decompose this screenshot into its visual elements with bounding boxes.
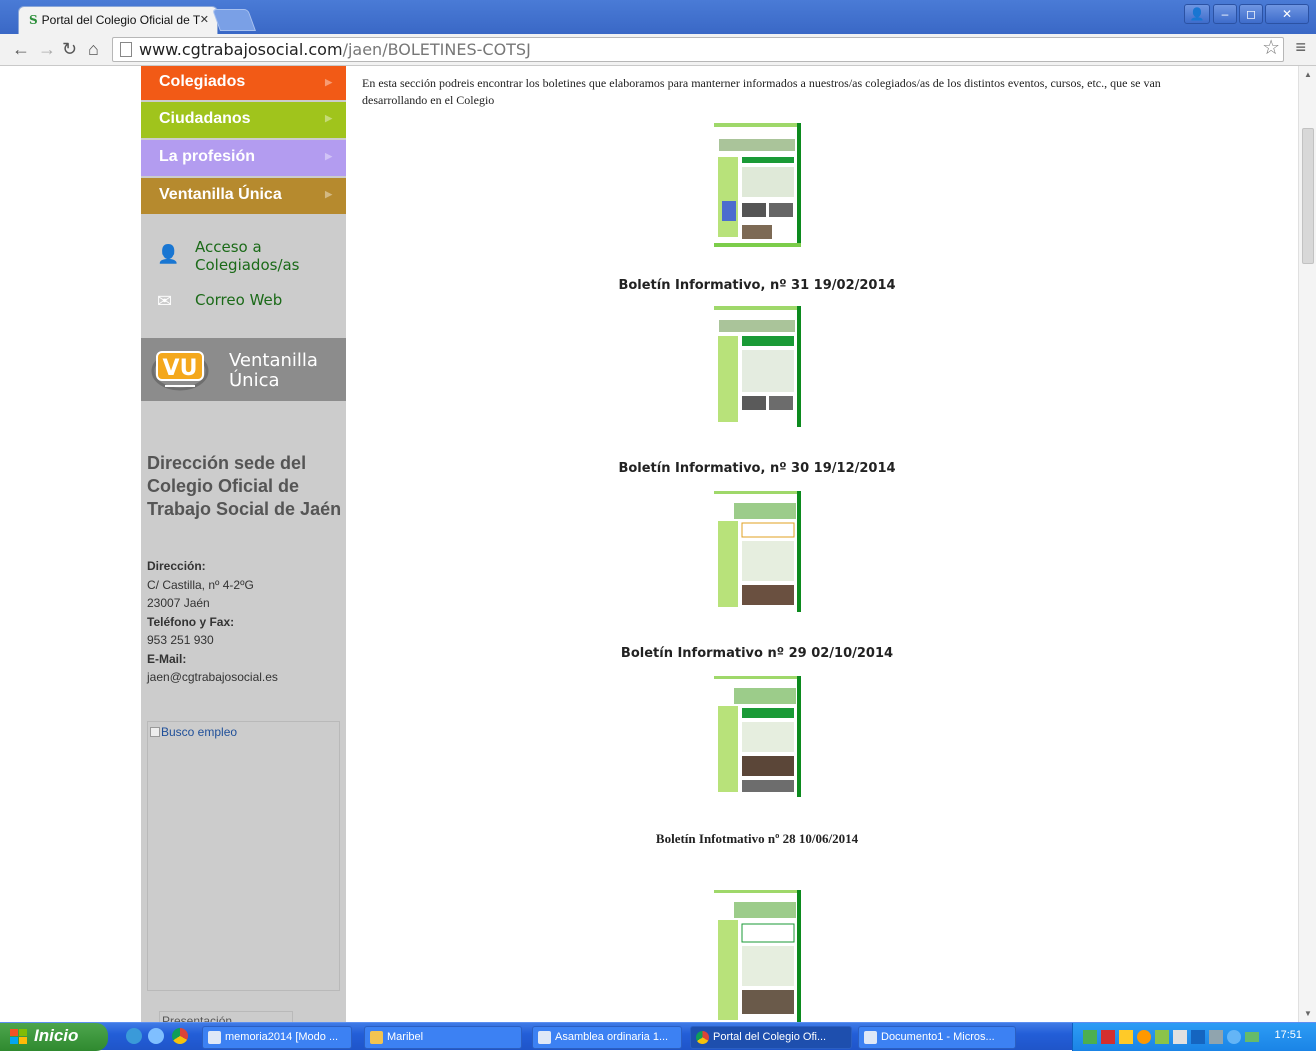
close-window-button[interactable]: ✕ bbox=[1265, 4, 1309, 24]
task-memoria2014[interactable]: memoria2014 [Modo ... bbox=[202, 1026, 352, 1049]
task-label: Documento1 - Micros... bbox=[881, 1031, 995, 1043]
home-icon[interactable]: ⌂ bbox=[88, 38, 99, 60]
tray-icons[interactable] bbox=[1083, 1029, 1263, 1045]
user-profile-button[interactable]: 👤 bbox=[1184, 4, 1210, 24]
task-asamblea[interactable]: Asamblea ordinaria 1... bbox=[532, 1026, 682, 1049]
word-document-icon bbox=[208, 1031, 221, 1044]
address-heading: Dirección sede del Colegio Oficial de Tr… bbox=[147, 453, 342, 519]
bulletin-caption[interactable]: Boletín Informativo nº 29 02/10/2014 bbox=[362, 646, 1152, 661]
busco-empleo-image[interactable]: Busco empleo bbox=[147, 721, 340, 991]
sidebar: Colegiados ▶ Ciudadanos ▶ La profesión ▶ Ve… bbox=[141, 66, 346, 1022]
address-block: Dirección: C/ Castilla, nº 4-2ºG 23007 J… bbox=[147, 557, 342, 687]
vertical-scrollbar[interactable]: ▲ ▼ bbox=[1298, 66, 1316, 1022]
forward-arrow-icon[interactable]: → bbox=[38, 38, 56, 60]
scroll-down-icon[interactable]: ▼ bbox=[1304, 1009, 1312, 1018]
address-label: Dirección: bbox=[147, 559, 206, 573]
nav-ciudadanos[interactable]: Ciudadanos ▶ bbox=[141, 102, 346, 138]
url-host: www.cgtrabajosocial.com bbox=[139, 40, 343, 59]
svg-text:VU: VU bbox=[163, 356, 198, 381]
task-portal-colegio[interactable]: Portal del Colegio Ofi... bbox=[690, 1026, 852, 1049]
nav-label: La profesión bbox=[159, 148, 256, 165]
ventanilla-unica-text: Ventanilla Única bbox=[229, 351, 318, 391]
intro-paragraph: En esta sección podreis encontrar los bo… bbox=[362, 76, 1161, 107]
task-label: Portal del Colegio Ofi... bbox=[713, 1031, 827, 1043]
tab-title: Portal del Colegio Oficial de T bbox=[41, 13, 201, 27]
broken-image-alt: Busco empleo bbox=[150, 725, 237, 739]
phone-value: 953 251 930 bbox=[147, 633, 214, 647]
chrome-icon[interactable] bbox=[172, 1028, 188, 1044]
folder-icon bbox=[370, 1031, 383, 1044]
chevron-right-icon: ▶ bbox=[325, 151, 332, 161]
scroll-up-icon[interactable]: ▲ bbox=[1304, 70, 1312, 79]
page-icon bbox=[120, 42, 132, 57]
broken-image-icon bbox=[150, 727, 160, 737]
internet-explorer-icon[interactable] bbox=[126, 1028, 142, 1044]
start-button[interactable]: Inicio bbox=[0, 1023, 108, 1051]
banner-line-2: Única bbox=[229, 370, 280, 391]
task-documento1[interactable]: Documento1 - Micros... bbox=[858, 1026, 1016, 1049]
site-favicon-icon: S bbox=[29, 13, 38, 27]
presentacion-alt-text: Presentación bbox=[162, 1014, 233, 1022]
minimize-button[interactable]: – bbox=[1213, 4, 1237, 24]
browser-toolbar: ← → ↻ ⌂ www.cgtrabajosocial.com/jaen/BOL… bbox=[0, 34, 1316, 66]
scrollbar-thumb[interactable] bbox=[1302, 128, 1314, 264]
phone-label: Teléfono y Fax: bbox=[147, 614, 235, 629]
menu-icon[interactable]: ≡ bbox=[1295, 37, 1306, 58]
task-label: Maribel bbox=[387, 1031, 424, 1043]
access-label: Acceso a Colegiados/as bbox=[195, 238, 300, 274]
email-label: E-Mail: bbox=[147, 651, 187, 666]
clock: 17:51 bbox=[1274, 1029, 1302, 1041]
presentacion-image[interactable]: Presentación bbox=[159, 1011, 293, 1022]
bulletin-caption[interactable]: Boletín Infotmativo nº 28 10/06/2014 bbox=[362, 831, 1152, 847]
maximize-button[interactable]: ◻ bbox=[1239, 4, 1263, 24]
bulletin-thumbnail[interactable] bbox=[714, 890, 801, 1022]
bulletin-thumbnail[interactable] bbox=[714, 491, 801, 612]
system-tray: 17:51 bbox=[1072, 1023, 1316, 1051]
start-label: Inicio bbox=[34, 1026, 79, 1045]
mail-icon: ✉ bbox=[157, 291, 173, 312]
chevron-right-icon: ▶ bbox=[325, 113, 332, 123]
nav-label: Ciudadanos bbox=[159, 110, 251, 127]
bulletin-thumbnail[interactable] bbox=[714, 123, 801, 247]
reload-icon[interactable]: ↻ bbox=[62, 38, 77, 60]
ventanilla-unica-logo-icon: VU bbox=[151, 351, 209, 391]
nav-label: Colegiados bbox=[159, 73, 246, 90]
bulletin-thumbnail[interactable] bbox=[714, 306, 801, 427]
browser-tab[interactable]: S Portal del Colegio Oficial de T ✕ bbox=[18, 6, 218, 34]
taskbar: Inicio memoria2014 [Modo ... Maribel Asa… bbox=[0, 1022, 1316, 1051]
address-line-2: 23007 Jaén bbox=[147, 596, 210, 610]
bulletin-caption[interactable]: Boletín Informativo, nº 30 19/12/2014 bbox=[362, 461, 1152, 476]
chevron-right-icon: ▶ bbox=[325, 77, 332, 87]
nav-label: Ventanilla Única bbox=[159, 186, 282, 203]
address-bar[interactable]: www.cgtrabajosocial.com/jaen/BOLETINES-C… bbox=[112, 37, 1284, 62]
ventanilla-unica-banner[interactable]: VU Ventanilla Única bbox=[141, 338, 346, 401]
nav-ventanilla-unica[interactable]: Ventanilla Única ▶ bbox=[141, 178, 346, 214]
url-path: /jaen/BOLETINES-COTSJ bbox=[342, 40, 531, 59]
tab-close-icon[interactable]: ✕ bbox=[200, 13, 209, 26]
chrome-icon bbox=[696, 1031, 709, 1044]
nav-colegiados[interactable]: Colegiados ▶ bbox=[141, 66, 346, 100]
address-line-1: C/ Castilla, nº 4-2ºG bbox=[147, 577, 254, 592]
user-add-icon: 👤 bbox=[157, 244, 180, 265]
task-label: Asamblea ordinaria 1... bbox=[555, 1031, 669, 1043]
page-viewport: Colegiados ▶ Ciudadanos ▶ La profesión ▶ Ve… bbox=[0, 66, 1298, 1022]
chevron-right-icon: ▶ bbox=[325, 189, 332, 199]
browser-title-bar: S Portal del Colegio Oficial de T ✕ 👤 – ◻… bbox=[0, 0, 1316, 34]
email-value[interactable]: jaen@cgtrabajosocial.es bbox=[147, 668, 342, 687]
word-document-icon bbox=[864, 1031, 877, 1044]
show-desktop-icon[interactable] bbox=[148, 1028, 164, 1044]
windows-logo-icon bbox=[10, 1029, 27, 1044]
bulletin-caption[interactable]: Boletín Informativo, nº 31 19/02/2014 bbox=[362, 278, 1152, 293]
word-document-icon bbox=[538, 1031, 551, 1044]
bookmark-star-icon[interactable]: ☆ bbox=[1262, 35, 1280, 60]
bulletin-thumbnail[interactable] bbox=[714, 676, 801, 797]
new-tab-button[interactable] bbox=[211, 9, 257, 31]
banner-line-1: Ventanilla bbox=[229, 350, 318, 371]
task-label: memoria2014 [Modo ... bbox=[225, 1031, 339, 1043]
webmail-label: Correo Web bbox=[195, 291, 283, 309]
nav-la-profesion[interactable]: La profesión ▶ bbox=[141, 140, 346, 176]
back-arrow-icon[interactable]: ← bbox=[12, 38, 30, 60]
task-maribel[interactable]: Maribel bbox=[364, 1026, 522, 1049]
busco-alt-text: Busco empleo bbox=[161, 725, 238, 739]
